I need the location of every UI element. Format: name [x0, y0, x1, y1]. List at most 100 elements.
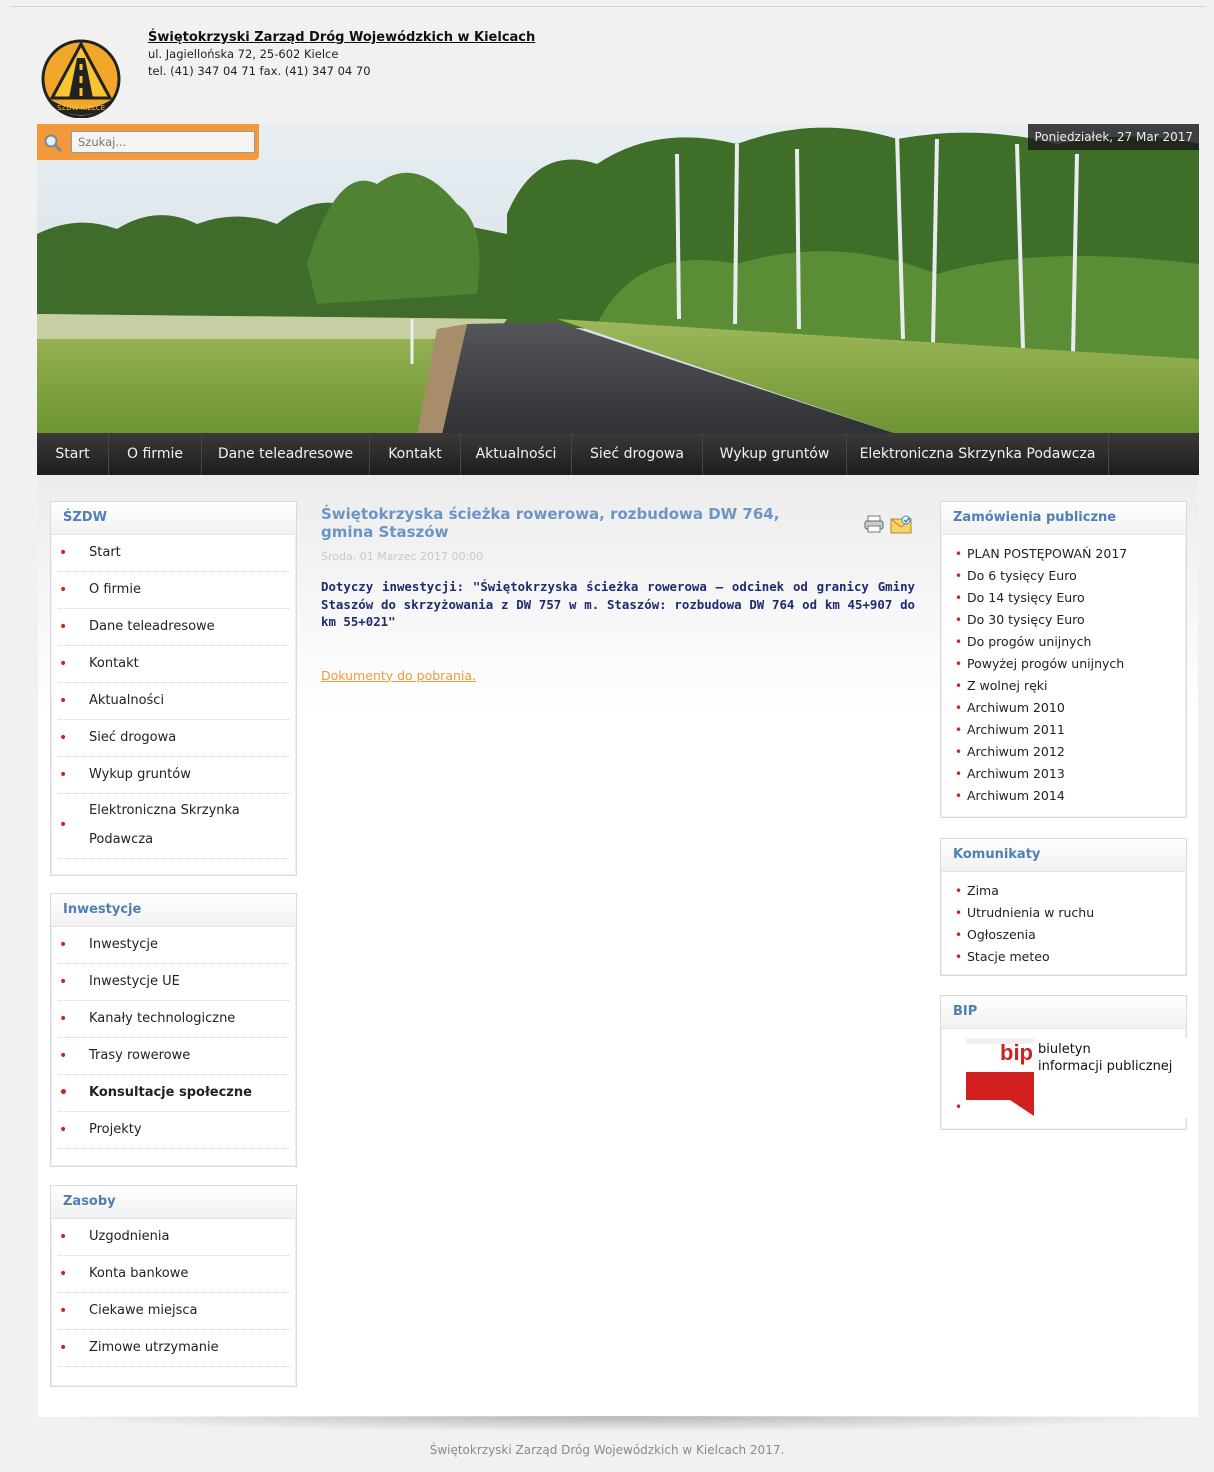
menu-item-wykup-gruntow[interactable]: • Wykup gruntów — [58, 757, 289, 794]
link-archiwum-2012[interactable]: • Archiwum 2012 — [955, 741, 1186, 763]
bullet-icon: • — [955, 569, 963, 583]
menu-item-uzgodnienia[interactable]: • Uzgodnienia — [58, 1219, 289, 1256]
menu-item-ciekawe-miejsca[interactable]: • Ciekawe miejsca — [58, 1293, 289, 1330]
link-ogloszenia[interactable]: • Ogłoszenia — [955, 924, 1186, 946]
szdw-logo[interactable]: ŚZDW KIELCE — [38, 36, 124, 119]
nav-elektroniczna-skrzynka[interactable]: Elektroniczna Skrzynka Podawcza — [847, 433, 1109, 475]
documents-link[interactable]: Dokumenty do pobrania. — [321, 668, 915, 683]
logo-text: ŚZDW KIELCE — [57, 103, 105, 112]
current-date: Poniedziałek, 27 Mar 2017 — [1028, 124, 1199, 150]
bullet-icon: • — [955, 613, 963, 627]
menu-item-dane-teleadresowe[interactable]: • Dane teleadresowe — [58, 609, 289, 646]
bullet-icon: • — [59, 1340, 68, 1356]
bullet-icon: • — [955, 789, 963, 803]
link-do-progow-unijnych[interactable]: • Do progów unijnych — [955, 631, 1186, 653]
link-archiwum-2010[interactable]: • Archiwum 2010 — [955, 697, 1186, 719]
szdw-menu: ŚZDW • Start • O firmie • Dane teleadresowe… — [50, 501, 297, 876]
nav-start[interactable]: Start — [37, 433, 109, 475]
menu-item-konta-bankowe[interactable]: • Konta bankowe — [58, 1256, 289, 1293]
bullet-icon: • — [59, 974, 68, 990]
menu-item-projekty[interactable]: • Projekty — [58, 1112, 289, 1149]
zasoby-menu-title: Zasoby — [51, 1186, 296, 1219]
bullet-icon: • — [59, 582, 68, 598]
content-shadow — [40, 1416, 1196, 1432]
link-archiwum-2014[interactable]: • Archiwum 2014 — [955, 785, 1186, 807]
link-plan-postepowan[interactable]: • PLAN POSTĘPOWAŃ 2017 — [955, 543, 1186, 565]
link-powyzej-progow[interactable]: • Powyżej progów unijnych — [955, 653, 1186, 675]
link-do-14-tysiecy[interactable]: • Do 14 tysięcy Euro — [955, 587, 1186, 609]
main-navigation: Start O firmie Dane teleadresowe Kontakt… — [37, 433, 1199, 475]
email-icon[interactable] — [890, 515, 912, 539]
search-box — [37, 124, 259, 160]
menu-item-kanaly-technologiczne[interactable]: • Kanały technologiczne — [58, 1001, 289, 1038]
top-border — [10, 6, 1206, 7]
bullet-icon: • — [955, 635, 963, 649]
article-date: Środa, 01 Marzec 2017 00:00 — [321, 550, 484, 563]
bip-line1: biuletyn — [1038, 1042, 1091, 1057]
menu-item-siec-drogowa[interactable]: • Sieć drogowa — [58, 720, 289, 757]
nav-kontakt[interactable]: Kontakt — [370, 433, 461, 475]
inwestycje-menu: Inwestycje • Inwestycje • Inwestycje UE • K… — [50, 893, 297, 1167]
bullet-icon: • — [955, 701, 963, 715]
search-icon[interactable] — [43, 133, 63, 157]
company-address: ul. Jagiellońska 72, 25-602 Kielce — [148, 47, 339, 61]
menu-item-inwestycje-ue[interactable]: • Inwestycje UE — [58, 964, 289, 1001]
menu-item-zimowe-utrzymanie[interactable]: • Zimowe utrzymanie — [58, 1330, 289, 1367]
bullet-icon: • — [59, 817, 68, 833]
nav-wykup-gruntow[interactable]: Wykup gruntów — [703, 433, 847, 475]
article-title[interactable]: Świętokrzyska ścieżka rowerowa, rozbudow… — [321, 505, 821, 541]
bip-box: BIP bip biuletyn informacji publicznej • — [940, 995, 1188, 1130]
print-icon[interactable] — [864, 515, 884, 537]
link-zima[interactable]: • Zima — [955, 880, 1186, 902]
link-utrudnienia[interactable]: • Utrudnienia w ruchu — [955, 902, 1186, 924]
bullet-icon: • — [59, 1266, 68, 1282]
bullet-icon: • — [59, 545, 68, 561]
menu-item-trasy-rowerowe[interactable]: • Trasy rowerowe — [58, 1038, 289, 1075]
company-name[interactable]: Świętokrzyski Zarząd Dróg Wojewódzkich w… — [148, 29, 535, 46]
link-archiwum-2011[interactable]: • Archiwum 2011 — [955, 719, 1186, 741]
bullet-icon: • — [955, 745, 963, 759]
menu-item-elektroniczna-skrzynka[interactable]: • Elektroniczna Skrzynka Podawcza — [58, 794, 289, 859]
nav-o-firmie[interactable]: O firmie — [109, 433, 202, 475]
bullet-icon: • — [955, 679, 963, 693]
nav-dane-teleadresowe[interactable]: Dane teleadresowe — [202, 433, 370, 475]
link-archiwum-2013[interactable]: • Archiwum 2013 — [955, 763, 1186, 785]
bullet-icon: • — [59, 656, 68, 672]
bullet-icon: • — [955, 1100, 963, 1114]
zasoby-menu: Zasoby • Uzgodnienia • Konta bankowe • Ciek… — [50, 1185, 297, 1387]
bip-logo[interactable]: bip biuletyn informacji publicznej — [966, 1038, 1188, 1118]
header-banner-image — [37, 124, 1199, 434]
bullet-icon: • — [955, 657, 963, 671]
bullet-icon: • — [59, 937, 68, 953]
zamowienia-box: Zamówienia publiczne • PLAN POSTĘPOWAŃ 20… — [940, 501, 1187, 818]
bullet-icon: • — [59, 1048, 68, 1064]
link-stacje-meteo[interactable]: • Stacje meteo — [955, 946, 1186, 968]
article-body: Dotyczy inwestycji: "Świętokrzyska ścież… — [321, 579, 915, 629]
menu-item-o-firmie[interactable]: • O firmie — [58, 572, 289, 609]
article-tools — [864, 513, 916, 537]
bullet-icon: • — [955, 884, 963, 898]
bullet-icon: • — [59, 693, 68, 709]
nav-aktualnosci[interactable]: Aktualności — [461, 433, 572, 475]
link-do-30-tysiecy[interactable]: • Do 30 tysięcy Euro — [955, 609, 1186, 631]
menu-item-aktualnosci[interactable]: • Aktualności — [58, 683, 289, 720]
komunikaty-title: Komunikaty — [941, 839, 1186, 872]
link-do-6-tysiecy[interactable]: • Do 6 tysięcy Euro — [955, 565, 1186, 587]
menu-item-konsultacje-spoleczne[interactable]: • Konsultacje społeczne — [58, 1075, 289, 1112]
link-z-wolnej-reki[interactable]: • Z wolnej ręki — [955, 675, 1186, 697]
bullet-icon: • — [955, 723, 963, 737]
menu-item-start[interactable]: • Start — [58, 535, 289, 572]
bip-line2: informacji publicznej — [1038, 1059, 1173, 1074]
inwestycje-menu-title: Inwestycje — [51, 894, 296, 927]
bullet-icon: • — [955, 928, 963, 942]
company-phone: tel. (41) 347 04 71 fax. (41) 347 04 70 — [148, 64, 371, 78]
bullet-icon: • — [59, 1303, 68, 1319]
zamowienia-title: Zamówienia publiczne — [941, 502, 1186, 535]
szdw-menu-title: ŚZDW — [51, 502, 296, 535]
menu-item-inwestycje[interactable]: • Inwestycje — [58, 927, 289, 964]
search-input[interactable] — [71, 131, 255, 153]
bip-mark: bip — [1000, 1040, 1033, 1065]
bullet-icon: • — [59, 1122, 68, 1138]
nav-siec-drogowa[interactable]: Sieć drogowa — [572, 433, 703, 475]
menu-item-kontakt[interactable]: • Kontakt — [58, 646, 289, 683]
